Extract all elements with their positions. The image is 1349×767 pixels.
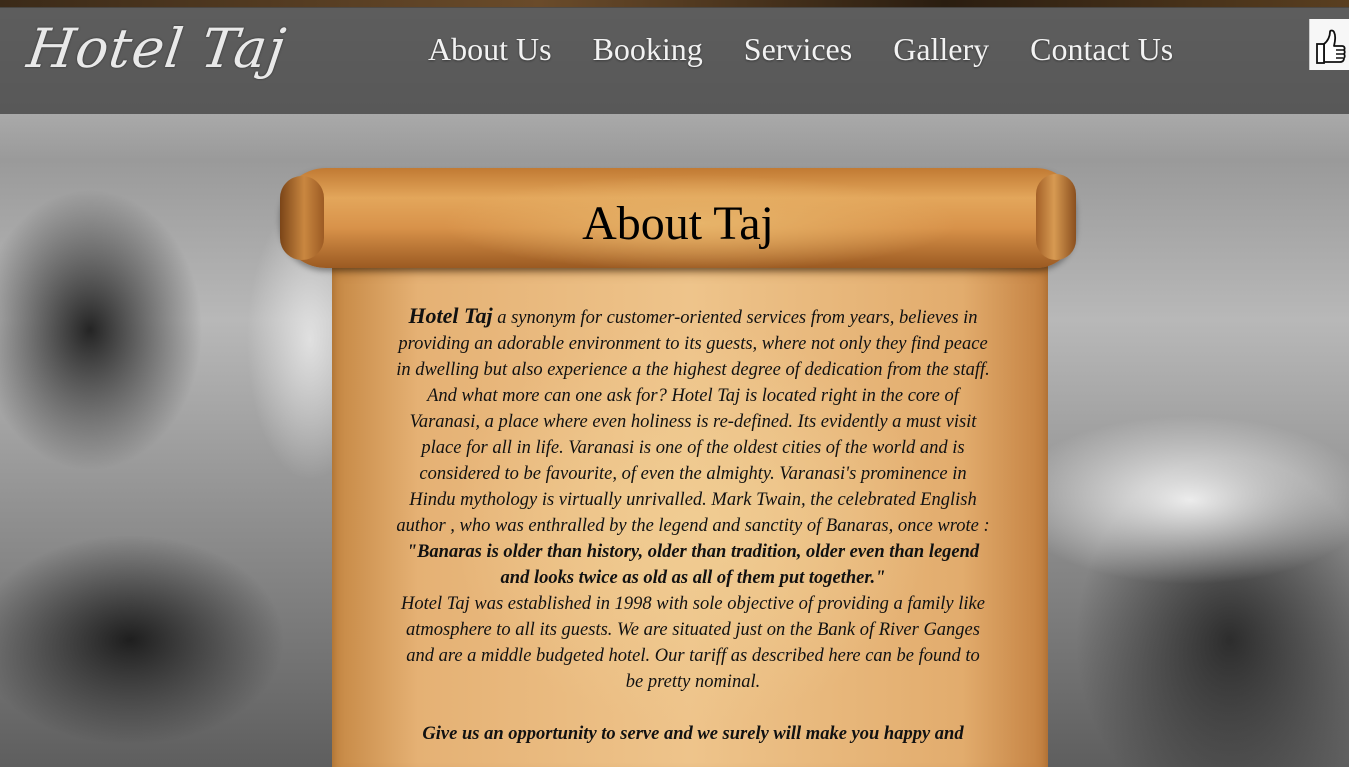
- like-button[interactable]: [1309, 19, 1349, 70]
- nav-gallery[interactable]: Gallery: [893, 31, 989, 68]
- closing-line: Give us an opportunity to serve and we s…: [422, 724, 964, 744]
- thumbs-up-icon: [1316, 29, 1346, 64]
- brand-name: Hotel Taj: [408, 303, 493, 328]
- nav-booking[interactable]: Booking: [593, 31, 703, 68]
- hotel-logo[interactable]: Hotel Taj: [24, 17, 290, 80]
- main-nav: About Us Booking Services Gallery Contac…: [428, 31, 1214, 68]
- about-paragraph-1: Hotel Taj a synonym for customer-oriente…: [396, 303, 990, 539]
- site-header: Hotel Taj About Us Booking Services Gall…: [0, 7, 1349, 114]
- nav-contact-us[interactable]: Contact Us: [1030, 31, 1173, 68]
- mark-twain-quote: "Banaras is older than history, older th…: [406, 542, 980, 588]
- about-paragraph-2: Hotel Taj was established in 1998 with s…: [401, 594, 985, 692]
- about-title: About Taj: [582, 197, 774, 250]
- nav-about-us[interactable]: About Us: [428, 31, 552, 68]
- nav-services[interactable]: Services: [744, 31, 852, 68]
- paragraph-1-text: a synonym for customer-oriented services…: [396, 308, 990, 536]
- about-content: Hotel Taj a synonym for customer-oriente…: [396, 303, 990, 747]
